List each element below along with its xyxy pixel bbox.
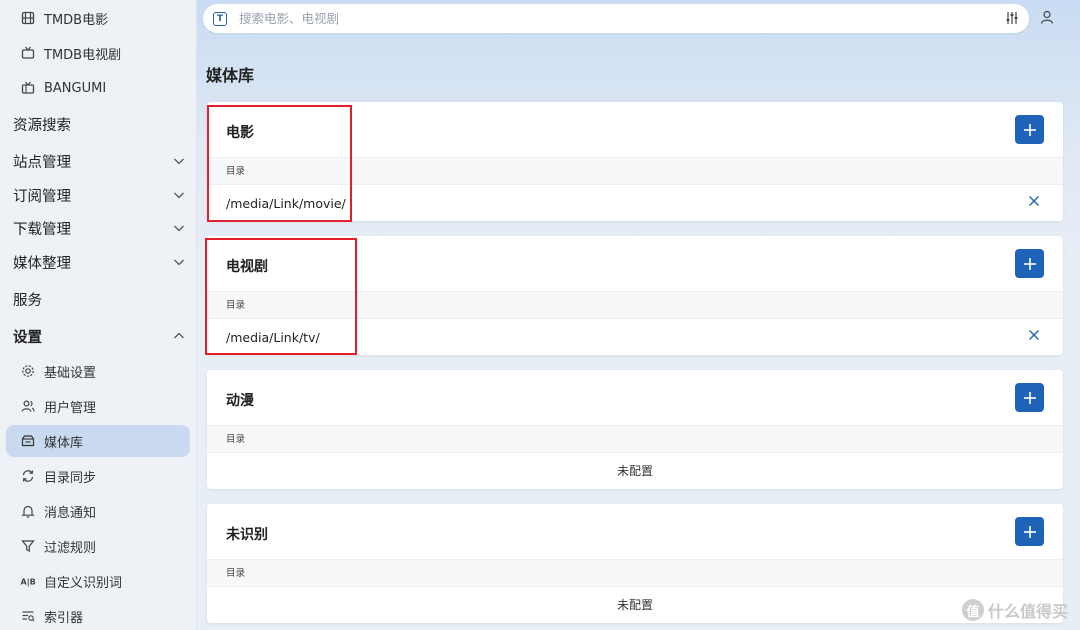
sidebar-item-label: 媒体库: [44, 435, 84, 451]
bell-icon: [20, 503, 36, 519]
add-directory-button[interactable]: [1015, 383, 1044, 412]
sidebar-item-services[interactable]: 服务: [13, 284, 189, 314]
chevron-down-icon: [174, 192, 184, 199]
library-card-unrecognized: 未识别 目录 未配置: [207, 504, 1063, 623]
sidebar-item-label: BANGUMI: [44, 80, 107, 96]
sidebar-item-subscription-management[interactable]: 订阅管理: [13, 180, 189, 210]
sidebar-item-label: TMDB电视剧: [44, 47, 122, 63]
ab-icon: A|B: [20, 573, 36, 589]
sidebar-item-user-management[interactable]: 用户管理: [6, 390, 190, 422]
chevron-down-icon: [174, 259, 184, 266]
card-title: 电视剧: [226, 259, 268, 275]
index-icon: [20, 608, 36, 624]
sidebar-item-bangumi[interactable]: BANGUMI: [6, 72, 190, 104]
close-icon[interactable]: [1027, 194, 1041, 208]
column-header: 目录: [207, 292, 1063, 319]
watermark: 值 什么值得买: [961, 598, 1068, 622]
chevron-up-icon: [174, 332, 184, 339]
column-header: 目录: [207, 426, 1063, 453]
sidebar-item-resource-search[interactable]: 资源搜索: [13, 109, 189, 139]
watermark-text: 什么值得买: [987, 602, 1068, 621]
keyboard-shortcut-icon: T: [213, 11, 227, 26]
sidebar-item-label: 目录同步: [44, 470, 97, 486]
sidebar-item-label: 订阅管理: [13, 188, 71, 205]
sidebar-item-notifications[interactable]: 消息通知: [6, 495, 190, 527]
film-icon: [20, 10, 36, 26]
svg-text:A|B: A|B: [21, 578, 36, 587]
plus-icon: [1023, 391, 1036, 404]
sidebar-item-download-management[interactable]: 下载管理: [13, 213, 189, 243]
sidebar-item-label: 服务: [13, 292, 42, 309]
empty-state: 未配置: [616, 464, 653, 478]
sidebar-item-tmdb-tv[interactable]: TMDB电视剧: [6, 37, 190, 69]
plus-icon: [1023, 525, 1036, 538]
library-card-movies: 电影 目录 /media/Link/movie/: [207, 102, 1063, 221]
sidebar-item-basic-settings[interactable]: 基础设置: [6, 355, 190, 387]
sidebar-item-tmdb-movies[interactable]: TMDB电影: [6, 2, 190, 34]
sidebar-item-site-management[interactable]: 站点管理: [13, 146, 189, 176]
plus-icon: [1023, 123, 1036, 136]
media-library-icon: [20, 433, 36, 449]
column-header: 目录: [207, 158, 1063, 185]
plus-icon: [1023, 257, 1036, 270]
watermark-logo-icon: 值: [961, 599, 984, 621]
main-content: T 媒体库 电影 目录 /media/Link/movie/ 电视剧: [197, 0, 1080, 630]
table-row: /media/Link/movie/: [207, 185, 1063, 221]
empty-state: 未配置: [616, 598, 653, 612]
sidebar-item-label: 媒体整理: [13, 255, 71, 272]
sidebar-item-directory-sync[interactable]: 目录同步: [6, 460, 190, 492]
sync-icon: [20, 468, 36, 484]
chevron-down-icon: [174, 225, 184, 232]
sidebar-item-label: 设置: [13, 329, 42, 346]
sidebar-item-label: TMDB电影: [44, 12, 109, 28]
add-directory-button[interactable]: [1015, 249, 1044, 278]
table-row: 未配置: [207, 453, 1063, 489]
sidebar-item-label: 过滤规则: [44, 540, 97, 556]
table-row: /media/Link/tv/: [207, 319, 1063, 355]
sidebar-item-media-library[interactable]: 媒体库: [6, 425, 190, 457]
card-title: 电影: [226, 125, 254, 141]
chevron-down-icon: [174, 158, 184, 165]
directory-path: /media/Link/movie/: [226, 196, 346, 211]
library-card-tv: 电视剧 目录 /media/Link/tv/: [207, 236, 1063, 355]
card-title: 动漫: [226, 393, 254, 409]
library-card-anime: 动漫 目录 未配置: [207, 370, 1063, 489]
sidebar-item-label: 用户管理: [44, 400, 97, 416]
search-bar: T: [203, 4, 1029, 33]
column-header: 目录: [207, 560, 1063, 587]
card-header: 未识别: [207, 504, 1063, 560]
tv-retro-icon: [20, 80, 36, 96]
user-icon[interactable]: [1040, 10, 1054, 24]
card-header: 动漫: [207, 370, 1063, 426]
sliders-icon[interactable]: [1005, 11, 1019, 25]
sidebar-item-label: 索引器: [44, 610, 84, 626]
close-icon[interactable]: [1027, 328, 1041, 342]
table-row: 未配置: [207, 587, 1063, 623]
sidebar-item-custom-words[interactable]: A|B 自定义识别词: [6, 565, 190, 597]
filter-icon: [20, 538, 36, 554]
sidebar-item-settings[interactable]: 设置: [13, 321, 189, 351]
card-header: 电视剧: [207, 236, 1063, 292]
tv-icon: [20, 45, 36, 61]
add-directory-button[interactable]: [1015, 115, 1044, 144]
sidebar-item-label: 基础设置: [44, 365, 97, 381]
card-title: 未识别: [226, 527, 268, 543]
add-directory-button[interactable]: [1015, 517, 1044, 546]
gear-icon: [20, 363, 36, 379]
sidebar-item-media-organize[interactable]: 媒体整理: [13, 247, 189, 277]
page-title: 媒体库: [206, 66, 255, 85]
sidebar-item-label: 消息通知: [44, 505, 97, 521]
sidebar-item-label: 下载管理: [13, 221, 71, 238]
sidebar: TMDB电影 TMDB电视剧 BANGUMI 资源搜索 站点管理 订阅管理 下载…: [0, 0, 197, 630]
sidebar-item-label: 站点管理: [13, 154, 71, 171]
sidebar-item-label: 自定义识别词: [44, 575, 123, 591]
card-header: 电影: [207, 102, 1063, 158]
sidebar-item-filter-rules[interactable]: 过滤规则: [6, 530, 190, 562]
search-input[interactable]: [239, 11, 979, 26]
users-icon: [20, 398, 36, 414]
sidebar-item-indexer[interactable]: 索引器: [6, 600, 190, 630]
directory-path: /media/Link/tv/: [226, 330, 320, 345]
sidebar-item-label: 资源搜索: [13, 117, 71, 134]
